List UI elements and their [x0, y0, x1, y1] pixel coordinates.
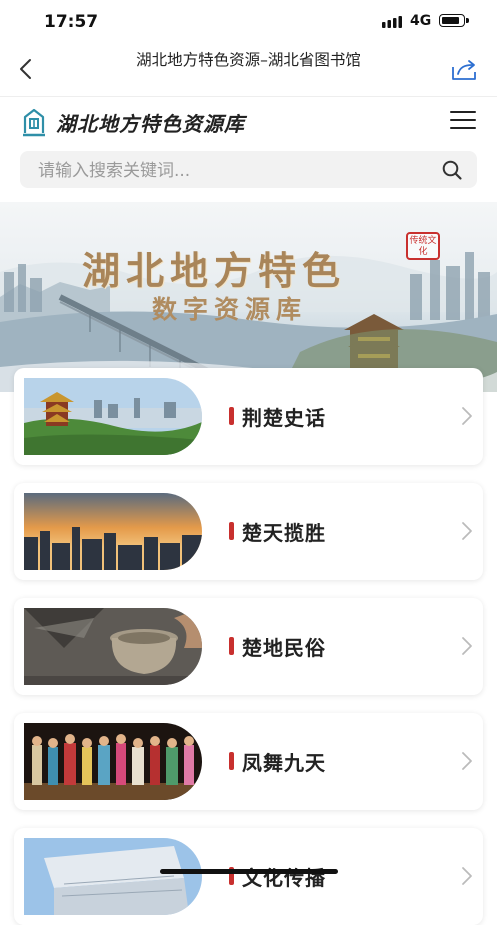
chevron-right-icon	[462, 752, 472, 770]
site-name: 湖北地方特色资源库	[56, 112, 245, 136]
search-input[interactable]	[36, 151, 430, 190]
status-bar: 17:57 4G	[0, 0, 497, 44]
battery-icon	[439, 14, 469, 27]
card-thumbnail-building	[24, 838, 202, 915]
chevron-right-icon	[462, 867, 472, 885]
status-time: 17:57	[44, 12, 99, 32]
hamburger-icon[interactable]	[450, 109, 478, 131]
card-thumbnail-city-sunset	[24, 493, 202, 570]
search-icon[interactable]	[441, 159, 463, 181]
card-accent-bar	[229, 637, 234, 655]
card-thumbnail-yellow-crane-tower	[24, 378, 202, 455]
card-label: 文化传播	[242, 866, 326, 890]
nav-bar: 湖北地方特色资源–湖北省图书馆	[0, 44, 497, 97]
category-card-opera[interactable]: 凤舞九天	[14, 713, 483, 810]
card-accent-bar	[229, 752, 234, 770]
card-label: 楚天揽胜	[242, 521, 326, 545]
share-icon[interactable]	[450, 58, 480, 82]
card-label: 楚地民俗	[242, 636, 326, 660]
home-indicator[interactable]	[160, 869, 338, 874]
hero-banner: 湖北地方特色 数字资源库 传统文化	[0, 202, 497, 392]
category-card-culture[interactable]: 文化传播	[14, 828, 483, 925]
category-card-folk-customs[interactable]: 楚地民俗	[14, 598, 483, 695]
card-label: 荆楚史话	[242, 406, 326, 430]
page-title: 湖北地方特色资源–湖北省图书馆	[136, 51, 361, 69]
category-card-scenery[interactable]: 楚天揽胜	[14, 483, 483, 580]
library-logo-icon	[23, 108, 45, 137]
chevron-right-icon	[462, 637, 472, 655]
network-type: 4G	[410, 13, 432, 29]
chevron-left-icon[interactable]	[14, 56, 40, 82]
category-card-history[interactable]: 荆楚史话	[14, 368, 483, 465]
card-thumbnail-pottery	[24, 608, 202, 685]
site-header: 湖北地方特色资源库	[0, 97, 497, 147]
signal-icon	[382, 16, 402, 28]
banner-seal: 传统文化	[406, 232, 440, 260]
card-thumbnail-opera-stage	[24, 723, 202, 800]
banner-title: 湖北地方特色	[82, 248, 347, 293]
search-bar	[20, 151, 477, 190]
card-accent-bar	[229, 522, 234, 540]
banner-subtitle: 数字资源库	[152, 295, 308, 324]
chevron-right-icon	[462, 522, 472, 540]
card-accent-bar	[229, 407, 234, 425]
card-label: 凤舞九天	[242, 751, 326, 775]
chevron-right-icon	[462, 407, 472, 425]
